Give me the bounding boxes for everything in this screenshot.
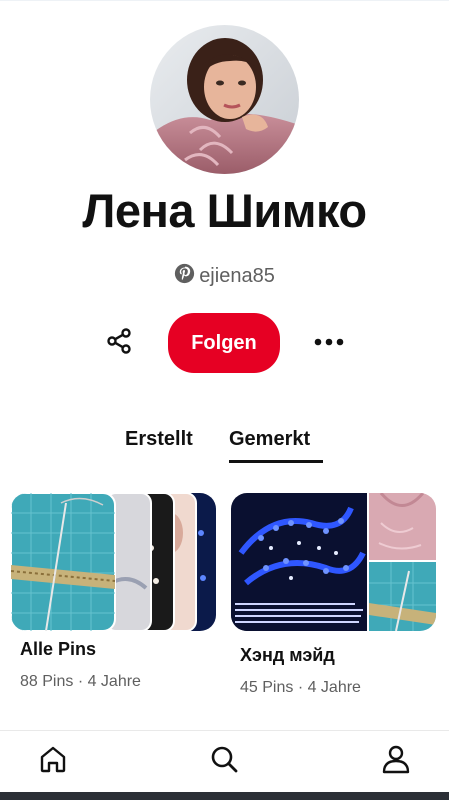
- bottom-navigation: [0, 730, 449, 792]
- board-title: Alle Pins: [20, 639, 97, 659]
- tab-created[interactable]: Erstellt: [125, 428, 193, 451]
- profile-handle-row: ejiena85: [0, 263, 449, 289]
- more-horizontal-icon: [313, 334, 345, 352]
- board-cover[interactable]: [231, 493, 436, 631]
- board-card-all-pins[interactable]: Alle Pins 88 Pins · 4 Jahre: [11, 493, 216, 690]
- home-icon: [38, 744, 68, 779]
- profile-handle[interactable]: ejiena85: [199, 265, 275, 288]
- board-cover-collage: [231, 493, 436, 631]
- nav-home-button[interactable]: [37, 745, 69, 777]
- tab-active-indicator: [229, 460, 323, 463]
- share-button[interactable]: [99, 323, 139, 363]
- avatar-photo: [150, 25, 299, 174]
- profile-name: Лена Шимко: [82, 184, 367, 237]
- search-icon: [209, 744, 239, 779]
- board-cover-collage: [11, 493, 216, 631]
- nav-search-button[interactable]: [208, 745, 240, 777]
- more-options-button[interactable]: [309, 323, 349, 363]
- profile-icon: [381, 744, 411, 779]
- status-strip: [0, 0, 449, 10]
- pinterest-logo-icon: [174, 263, 195, 289]
- nav-profile-button[interactable]: [380, 745, 412, 777]
- share-icon: [104, 326, 134, 361]
- board-cover[interactable]: [11, 493, 216, 631]
- tab-saved[interactable]: Gemerkt: [229, 428, 310, 451]
- board-card-hand-made[interactable]: Хэнд мэйд 45 Pins · 4 Jahre: [231, 493, 436, 696]
- board-title: Хэнд мэйд: [240, 645, 335, 665]
- board-meta: 88 Pins · 4 Jahre: [20, 673, 141, 690]
- board-meta: 45 Pins · 4 Jahre: [240, 679, 361, 696]
- follow-button[interactable]: Folgen: [168, 313, 280, 373]
- system-gesture-bar: [0, 792, 449, 800]
- avatar[interactable]: [150, 25, 299, 174]
